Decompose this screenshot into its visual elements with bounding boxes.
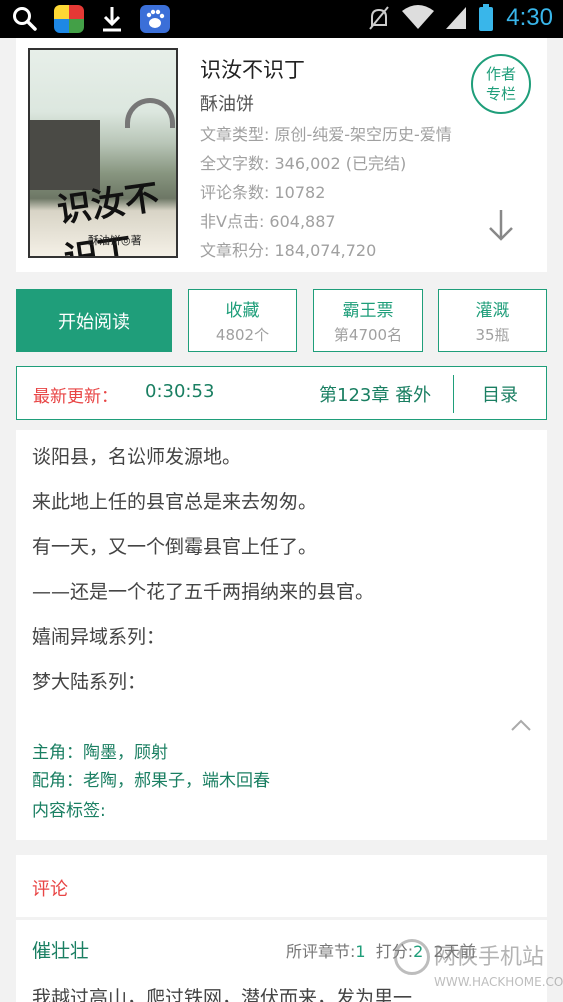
watermark: 网侠手机站 WWW.HACKHOME.COM [392,935,563,1001]
protagonists: 主角：陶墨，顾射 [32,743,168,763]
chevron-up-icon[interactable] [510,718,532,732]
book-author[interactable]: 酥油饼 [200,90,254,116]
favorite-label: 收藏 [225,301,260,321]
meta-genre: 文章类型: 原创-纯爱-架空历史-爱情 [200,125,452,144]
synopsis-line: 来此地上任的县官总是来去匆匆。 [32,491,318,513]
synopsis-panel: 谈阳县，名讼师发源地。 来此地上任的县官总是来去匆匆。 有一天，又一个倒霉县官上… [16,430,547,840]
arrow-down-icon[interactable] [486,208,516,242]
author-column-label-1: 作者 [485,65,516,83]
wifi-icon [402,5,435,29]
table-of-contents-button[interactable]: 目录 [482,381,518,407]
battery-icon [479,4,494,31]
overlord-rank: 第4700名 [333,326,403,344]
favorite-count: 4802个 [215,326,270,344]
status-bar-system: 4:30 [368,4,553,32]
nutrient-count: 35瓶 [475,326,510,344]
nutrient-button[interactable]: 灌溉 35瓶 [438,289,547,352]
cover-bridge-art [125,98,175,128]
divider [453,375,454,413]
game-center-icon [54,5,84,33]
download-icon [103,7,121,32]
signal-icon [446,7,467,29]
watermark-globe-icon [394,939,430,975]
synopsis-line: 嬉闹异域系列： [32,626,166,648]
synopsis-line: 有一天，又一个倒霉县官上任了。 [32,536,318,558]
latest-update-label: 最新更新： [33,387,118,407]
status-bar-notifications [12,5,170,33]
meta-score: 文章积分: 184,074,720 [200,241,377,260]
comment-chapter-label: 所评章节: [286,942,356,961]
meta-clicks: 非V点击: 604,887 [200,212,336,231]
content-tags: 内容标签: [32,801,106,821]
overlord-label: 霸王票 [342,301,394,321]
overlord-ticket-button[interactable]: 霸王票 第4700名 [313,289,423,352]
clock: 4:30 [506,4,553,31]
start-reading-button[interactable]: 开始阅读 [16,289,172,352]
synopsis-line: 梦大陆系列： [32,671,147,693]
comment-chapter-value: 1 [355,942,366,961]
cover-author-art: 酥油饼◎著 [88,234,142,247]
book-cover[interactable]: 识汝不识丁 酥油饼◎著 [28,48,178,258]
book-info-card: 识汝不识丁 酥油饼◎著 识汝不识丁 酥油饼 文章类型: 原创-纯爱-架空历史-爱… [16,38,547,272]
supporting-characters: 配角：老陶，郝果子，端木回春 [32,771,270,791]
nutrient-label: 灌溉 [475,301,510,321]
watermark-text: 网侠手机站 [434,945,545,970]
watermark-subtext: WWW.HACKHOME.COM [434,975,563,989]
comments-header[interactable]: 评论 [16,855,547,917]
comments-title: 评论 [32,879,68,900]
book-title: 识汝不识丁 [200,58,305,82]
comment-body: 我越过高山，爬过铁网，潜伏而来，发为里一 [32,987,413,1002]
mute-icon [369,6,390,30]
status-bar: 4:30 [0,0,563,38]
author-column-label-2: 专栏 [485,85,516,103]
synopsis-line: ——还是一个花了五千两捐纳来的县官。 [32,581,375,603]
synopsis-line: 谈阳县，名讼师发源地。 [32,446,242,468]
latest-update-time: 0:30:53 [145,381,215,402]
author-column-button[interactable]: 作者 专栏 [471,54,531,114]
book-meta: 文章类型: 原创-纯爱-架空历史-爱情 全文字数: 346,002 (已完结) … [200,120,452,265]
latest-chapter-link[interactable]: 第123章 番外 [319,381,445,407]
latest-update-bar[interactable]: 最新更新： 0:30:53 第123章 番外 目录 [16,366,547,420]
meta-word-count: 全文字数: 346,002 (已完结) [200,154,407,173]
comment-user[interactable]: 催壮壮 [32,936,89,963]
favorite-button[interactable]: 收藏 4802个 [188,289,297,352]
meta-comment-count: 评论条数: 10782 [200,183,326,202]
search-icon [13,7,37,31]
baidu-icon [140,5,170,33]
